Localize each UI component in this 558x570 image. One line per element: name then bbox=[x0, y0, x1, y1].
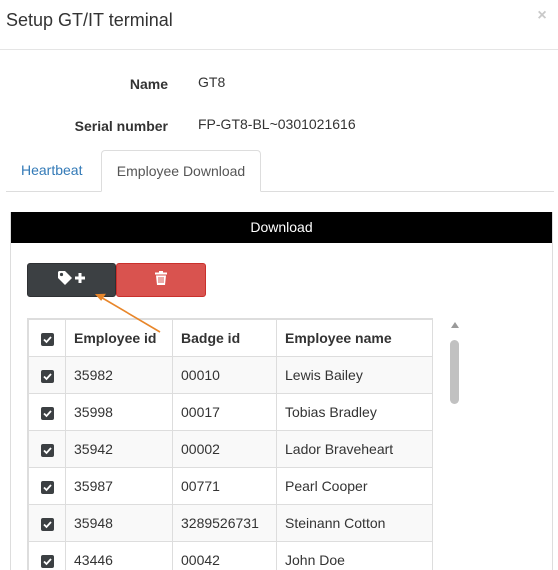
download-panel: Download Employee id Badge id Employee n… bbox=[10, 212, 553, 570]
table-row[interactable]: 35948 3289526731 Steinann Cotton bbox=[28, 504, 432, 542]
row-checkbox[interactable] bbox=[40, 480, 54, 494]
header-badge-id[interactable]: Badge id bbox=[172, 319, 277, 357]
cell-employee-name: Lewis Bailey bbox=[276, 356, 432, 394]
check-icon bbox=[42, 558, 52, 566]
row-checkbox[interactable] bbox=[40, 443, 54, 457]
name-value: GT8 bbox=[198, 74, 226, 90]
check-icon bbox=[42, 484, 52, 492]
cell-employee-id: 35948 bbox=[65, 504, 173, 542]
annotation-arrow bbox=[94, 293, 161, 333]
cell-employee-id: 43446 bbox=[65, 541, 173, 570]
tab-heartbeat[interactable]: Heartbeat bbox=[6, 150, 97, 192]
table-row[interactable]: 35982 00010 Lewis Bailey bbox=[28, 356, 432, 394]
select-all-checkbox[interactable] bbox=[40, 332, 54, 346]
row-checkbox[interactable] bbox=[40, 369, 54, 383]
cell-employee-id: 35987 bbox=[65, 467, 173, 505]
serial-number-label: Serial number bbox=[74, 118, 168, 134]
check-icon bbox=[42, 373, 52, 381]
select-all-checkbox-cell[interactable] bbox=[28, 319, 66, 357]
cell-badge-id: 00042 bbox=[172, 541, 277, 570]
scroll-thumb[interactable] bbox=[450, 340, 459, 404]
row-checkbox[interactable] bbox=[40, 406, 54, 420]
row-checkbox[interactable] bbox=[40, 554, 54, 568]
cell-badge-id: 00771 bbox=[172, 467, 277, 505]
cell-badge-id: 00002 bbox=[172, 430, 277, 468]
tab-bar: Heartbeat Employee Download bbox=[6, 150, 554, 192]
table-row[interactable]: 35998 00017 Tobias Bradley bbox=[28, 393, 432, 431]
check-icon bbox=[42, 447, 52, 455]
cell-employee-name: Pearl Cooper bbox=[276, 467, 432, 505]
row-checkbox[interactable] bbox=[40, 517, 54, 531]
check-icon bbox=[42, 410, 52, 418]
table-row[interactable]: 35942 00002 Lador Braveheart bbox=[28, 430, 432, 468]
table-scrollbar[interactable] bbox=[448, 322, 462, 570]
name-label: Name bbox=[129, 76, 168, 92]
cell-employee-id: 35982 bbox=[65, 356, 173, 394]
cell-employee-name: Lador Braveheart bbox=[276, 430, 432, 468]
tab-employee-download[interactable]: Employee Download bbox=[101, 150, 261, 192]
cell-badge-id: 3289526731 bbox=[172, 504, 277, 542]
cell-badge-id: 00017 bbox=[172, 393, 277, 431]
cell-badge-id: 00010 bbox=[172, 356, 277, 394]
employee-table: Employee id Badge id Employee name 35982… bbox=[27, 318, 433, 570]
header-employee-name[interactable]: Employee name bbox=[276, 319, 432, 357]
table-row[interactable]: 43446 00042 John Doe bbox=[28, 541, 432, 570]
close-icon[interactable]: × bbox=[534, 8, 550, 24]
check-icon bbox=[42, 336, 52, 344]
scroll-up-arrow-icon[interactable] bbox=[451, 322, 459, 328]
cell-employee-id: 35998 bbox=[65, 393, 173, 431]
modal-header: Setup GT/IT terminal × bbox=[0, 0, 558, 50]
serial-number-value: FP-GT8-BL~0301021616 bbox=[198, 116, 356, 132]
modal-title: Setup GT/IT terminal bbox=[6, 10, 173, 30]
cell-employee-name: Steinann Cotton bbox=[276, 504, 432, 542]
panel-heading: Download bbox=[11, 212, 552, 243]
cell-employee-id: 35942 bbox=[65, 430, 173, 468]
cell-employee-name: John Doe bbox=[276, 541, 432, 570]
check-icon bbox=[42, 521, 52, 529]
table-row[interactable]: 35987 00771 Pearl Cooper bbox=[28, 467, 432, 505]
cell-employee-name: Tobias Bradley bbox=[276, 393, 432, 431]
